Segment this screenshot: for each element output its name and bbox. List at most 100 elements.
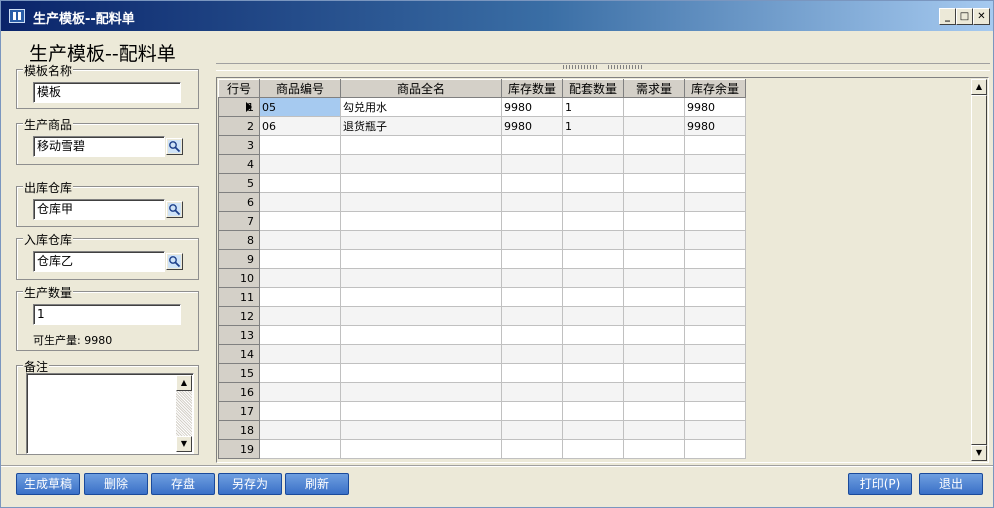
- product-code-cell[interactable]: [259, 344, 341, 364]
- maximize-icon[interactable]: □: [956, 8, 973, 25]
- kit-qty-cell[interactable]: [562, 287, 624, 307]
- product-name-cell[interactable]: [340, 249, 502, 269]
- kit-qty-cell[interactable]: 1: [562, 97, 624, 117]
- product-code-cell[interactable]: 06: [259, 116, 341, 136]
- demand-cell[interactable]: [623, 230, 685, 250]
- table-row[interactable]: 7: [218, 211, 746, 231]
- product-name-cell[interactable]: [340, 173, 502, 193]
- stock-qty-cell[interactable]: 9980: [501, 97, 563, 117]
- refresh-button[interactable]: 刷新: [285, 473, 349, 495]
- product-input[interactable]: 移动雪碧: [33, 136, 165, 157]
- stock-qty-cell[interactable]: [501, 401, 563, 421]
- row-number-cell[interactable]: 1: [218, 97, 260, 117]
- stock-qty-cell[interactable]: 9980: [501, 116, 563, 136]
- row-number-cell[interactable]: 19: [218, 439, 260, 459]
- delete-button[interactable]: 删除: [84, 473, 148, 495]
- row-number-cell[interactable]: 18: [218, 420, 260, 440]
- table-row[interactable]: 1 05 勾兑用水 9980 1 9980: [218, 97, 746, 117]
- remaining-cell[interactable]: [684, 249, 746, 269]
- kit-qty-cell[interactable]: [562, 249, 624, 269]
- row-number-cell[interactable]: 7: [218, 211, 260, 231]
- row-number-cell[interactable]: 6: [218, 192, 260, 212]
- product-name-cell[interactable]: [340, 420, 502, 440]
- row-number-cell[interactable]: 2: [218, 116, 260, 136]
- product-lookup-button[interactable]: [166, 138, 183, 155]
- row-number-cell[interactable]: 11: [218, 287, 260, 307]
- row-number-cell[interactable]: 10: [218, 268, 260, 288]
- product-name-cell[interactable]: [340, 230, 502, 250]
- row-number-cell[interactable]: 12: [218, 306, 260, 326]
- remaining-cell[interactable]: [684, 154, 746, 174]
- product-code-cell[interactable]: [259, 420, 341, 440]
- demand-cell[interactable]: [623, 439, 685, 459]
- table-row[interactable]: 8: [218, 230, 746, 250]
- row-number-cell[interactable]: 3: [218, 135, 260, 155]
- row-number-cell[interactable]: 17: [218, 401, 260, 421]
- table-row[interactable]: 2 06 退货瓶子 9980 1 9980: [218, 116, 746, 136]
- stock-qty-cell[interactable]: [501, 173, 563, 193]
- column-header[interactable]: 配套数量: [562, 79, 624, 98]
- in-warehouse-input[interactable]: 仓库乙: [33, 251, 165, 272]
- stock-qty-cell[interactable]: [501, 192, 563, 212]
- remaining-cell[interactable]: [684, 135, 746, 155]
- kit-qty-cell[interactable]: [562, 363, 624, 383]
- stock-qty-cell[interactable]: [501, 268, 563, 288]
- remaining-cell[interactable]: [684, 230, 746, 250]
- product-name-cell[interactable]: [340, 268, 502, 288]
- table-row[interactable]: 14: [218, 344, 746, 364]
- in-warehouse-lookup-button[interactable]: [166, 253, 183, 270]
- table-row[interactable]: 4: [218, 154, 746, 174]
- product-code-cell[interactable]: 05: [259, 97, 341, 117]
- remaining-cell[interactable]: [684, 363, 746, 383]
- kit-qty-cell[interactable]: [562, 173, 624, 193]
- column-header[interactable]: 库存数量: [501, 79, 563, 98]
- panel-splitter[interactable]: [216, 63, 990, 71]
- product-code-cell[interactable]: [259, 154, 341, 174]
- product-name-cell[interactable]: [340, 344, 502, 364]
- kit-qty-cell[interactable]: [562, 439, 624, 459]
- remaining-cell[interactable]: [684, 325, 746, 345]
- remaining-cell[interactable]: 9980: [684, 116, 746, 136]
- row-number-cell[interactable]: 4: [218, 154, 260, 174]
- row-number-cell[interactable]: 14: [218, 344, 260, 364]
- kit-qty-cell[interactable]: [562, 401, 624, 421]
- column-header[interactable]: 商品编号: [259, 79, 341, 98]
- remaining-cell[interactable]: [684, 344, 746, 364]
- demand-cell[interactable]: [623, 420, 685, 440]
- scroll-down-icon[interactable]: ▼: [176, 436, 192, 452]
- table-row[interactable]: 12: [218, 306, 746, 326]
- demand-cell[interactable]: [623, 249, 685, 269]
- table-row[interactable]: 3: [218, 135, 746, 155]
- save-as-button[interactable]: 另存为: [218, 473, 282, 495]
- kit-qty-cell[interactable]: [562, 211, 624, 231]
- product-name-cell[interactable]: [340, 135, 502, 155]
- kit-qty-cell[interactable]: [562, 192, 624, 212]
- generate-draft-button[interactable]: 生成草稿: [16, 473, 80, 495]
- kit-qty-cell[interactable]: [562, 382, 624, 402]
- stock-qty-cell[interactable]: [501, 325, 563, 345]
- column-header[interactable]: 需求量: [623, 79, 685, 98]
- table-row[interactable]: 19: [218, 439, 746, 459]
- product-code-cell[interactable]: [259, 363, 341, 383]
- exit-button[interactable]: 退出: [919, 473, 983, 495]
- notes-scrollbar[interactable]: ▲ ▼: [176, 375, 192, 452]
- scroll-up-icon[interactable]: ▲: [176, 375, 192, 391]
- product-name-cell[interactable]: [340, 154, 502, 174]
- stock-qty-cell[interactable]: [501, 382, 563, 402]
- table-row[interactable]: 17: [218, 401, 746, 421]
- column-header[interactable]: 行号: [218, 79, 260, 98]
- scroll-down-icon[interactable]: ▼: [971, 445, 987, 461]
- product-code-cell[interactable]: [259, 230, 341, 250]
- product-name-cell[interactable]: [340, 363, 502, 383]
- scroll-up-icon[interactable]: ▲: [971, 79, 987, 95]
- product-code-cell[interactable]: [259, 135, 341, 155]
- product-code-cell[interactable]: [259, 382, 341, 402]
- out-warehouse-input[interactable]: 仓库甲: [33, 199, 165, 220]
- remaining-cell[interactable]: [684, 287, 746, 307]
- remaining-cell[interactable]: [684, 439, 746, 459]
- remaining-cell[interactable]: [684, 420, 746, 440]
- row-number-cell[interactable]: 8: [218, 230, 260, 250]
- table-row[interactable]: 16: [218, 382, 746, 402]
- row-number-cell[interactable]: 15: [218, 363, 260, 383]
- stock-qty-cell[interactable]: [501, 230, 563, 250]
